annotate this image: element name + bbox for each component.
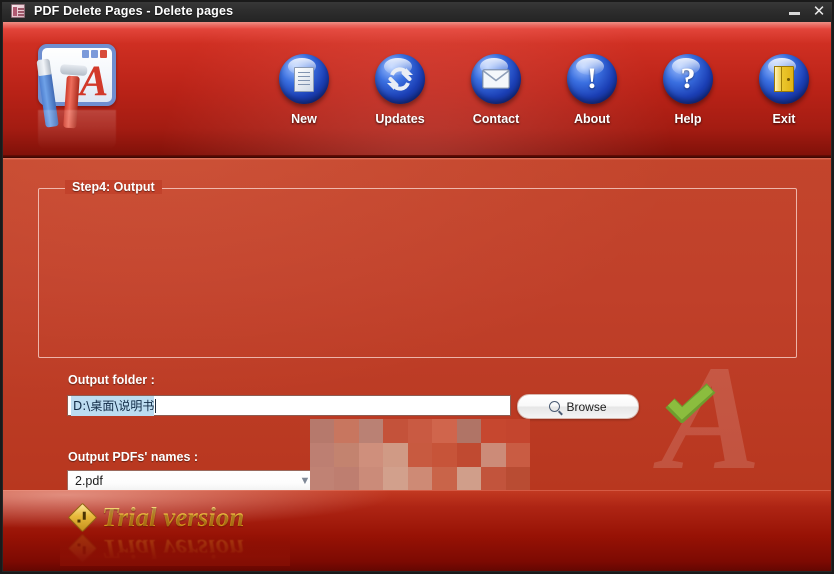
mosaic-tile [432,443,456,467]
output-names-value: 2.pdf [68,474,292,488]
mosaic-tile [310,419,334,443]
overwrite-label: Overwrite existing files [349,475,486,489]
mosaic-tile [457,419,481,443]
toolbar-button-new[interactable]: New [256,36,352,152]
title-bar: PDF Delete Pages - Delete pages ✕ [0,0,834,22]
warning-diamond-icon [68,502,98,532]
app-logo: A [30,40,128,152]
output-folder-value: D:\桌面\说明书 [71,396,154,416]
green-checkmark-icon [665,383,717,423]
toolbar-label-help: Help [640,112,736,126]
toolbar-button-updates[interactable]: Updates [352,36,448,152]
mosaic-tile [334,419,358,443]
text-caret [155,399,156,413]
group-title: Step4: Output [65,180,162,194]
overwrite-checkbox-row[interactable]: Overwrite existing files [331,475,486,489]
mosaic-tile [334,443,358,467]
application-window: PDF Delete Pages - Delete pages ✕ A New [0,0,834,574]
toolbar-button-about[interactable]: ! About [544,36,640,152]
mosaic-tile [359,443,383,467]
mosaic-tile [506,419,530,443]
overwrite-checkbox[interactable] [331,477,342,488]
output-folder-input[interactable]: D:\桌面\说明书 [67,395,511,416]
trial-reflection-text: Trial version [102,534,244,564]
output-names-label: Output PDFs' names : [68,450,198,464]
footer-bar: Trial version Trial version Back Start [0,490,834,574]
mosaic-tile [432,419,456,443]
browse-label: Browse [566,400,606,414]
trial-version-label: Trial version [102,502,244,532]
trial-version-reflection: Trial version [72,534,244,564]
close-button[interactable]: ✕ [812,4,826,18]
mosaic-tile [506,443,530,467]
magnifier-icon [549,401,560,412]
new-document-icon [279,54,329,104]
trial-version-badge: Trial version [72,502,244,532]
refresh-arrows-icon [375,54,425,104]
browse-button[interactable]: Browse [517,394,639,419]
toolbar-label-contact: Contact [448,112,544,126]
footer-top-edge [0,490,834,491]
reflection-fade-mask [60,534,290,566]
app-icon [11,4,25,18]
toolbar-label-new: New [256,112,352,126]
output-folder-label: Output folder : [68,373,155,387]
mosaic-tile [383,443,407,467]
main-content: A Step4: Output Output folder : D:\桌面\说明… [0,158,834,490]
mosaic-tile [457,443,481,467]
output-names-combobox[interactable]: 2.pdf ▼ [67,470,319,490]
question-mark-icon: ? [663,54,713,104]
window-controls: ✕ [788,0,826,22]
output-group-box: Step4: Output [38,188,797,358]
logo-reflection [38,110,116,150]
toolbar-buttons: New Updates [250,36,830,156]
mosaic-tile [481,419,505,443]
minimize-button[interactable] [788,4,802,18]
window-title: PDF Delete Pages - Delete pages [34,4,233,18]
mosaic-tile [383,419,407,443]
mosaic-tile [481,443,505,467]
toolbar-label-exit: Exit [736,112,832,126]
mosaic-tile [408,443,432,467]
mosaic-tile [359,419,383,443]
toolbar-label-about: About [544,112,640,126]
exit-door-icon [759,54,809,104]
header-toolbar: A New [0,22,834,158]
toolbar-button-exit[interactable]: Exit [736,36,832,152]
window-left-edge [0,22,3,574]
envelope-icon [471,54,521,104]
content-top-highlight [0,158,834,160]
mosaic-tile [310,443,334,467]
mosaic-tile [408,419,432,443]
toolbar-label-updates: Updates [352,112,448,126]
exclamation-icon: ! [567,54,617,104]
toolbar-button-help[interactable]: ? Help [640,36,736,152]
header-top-highlight [0,22,834,29]
mosaic-tile [506,467,530,490]
logo-window-buttons [82,50,109,58]
toolbar-button-contact[interactable]: Contact [448,36,544,152]
chevron-down-icon[interactable]: ▼ [292,471,318,490]
